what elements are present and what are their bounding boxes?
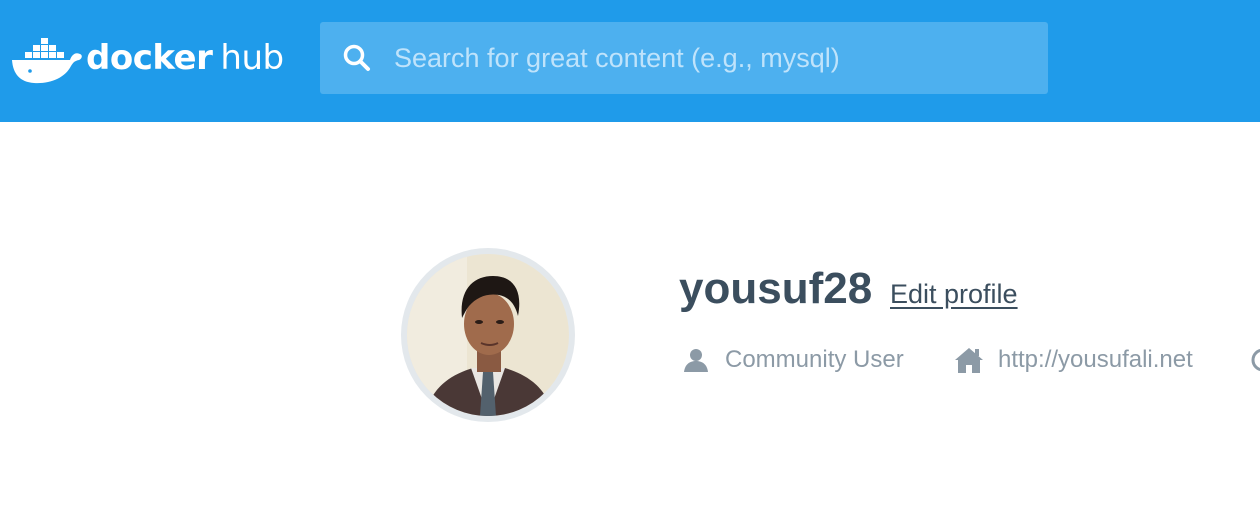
home-icon [955,348,983,373]
edit-profile-link[interactable]: Edit profile [890,276,1018,312]
account-type-label: Community User [725,346,904,373]
search-icon [343,44,370,71]
docker-hub-logo[interactable]: docker hub [10,28,284,88]
profile-photo-illustration [407,254,569,416]
top-navigation-bar: docker hub [0,0,1260,122]
search-box[interactable] [320,22,1048,94]
profile-photo [407,254,569,416]
user-icon [684,349,708,372]
logo-word-hub: hub [220,38,284,78]
search-input[interactable] [392,27,1036,89]
clock-icon [1251,348,1260,372]
website-link[interactable]: http://yousufali.net [998,346,1193,374]
website: http://yousufali.net [954,340,1193,380]
logo-word-docker: docker [86,38,213,78]
joined-date [1250,340,1260,380]
profile-username: yousuf28 [679,264,873,313]
docker-whale-icon [12,38,82,84]
avatar [401,248,575,422]
account-type: Community User [683,340,904,380]
logo-wordmark: docker hub [86,41,284,75]
